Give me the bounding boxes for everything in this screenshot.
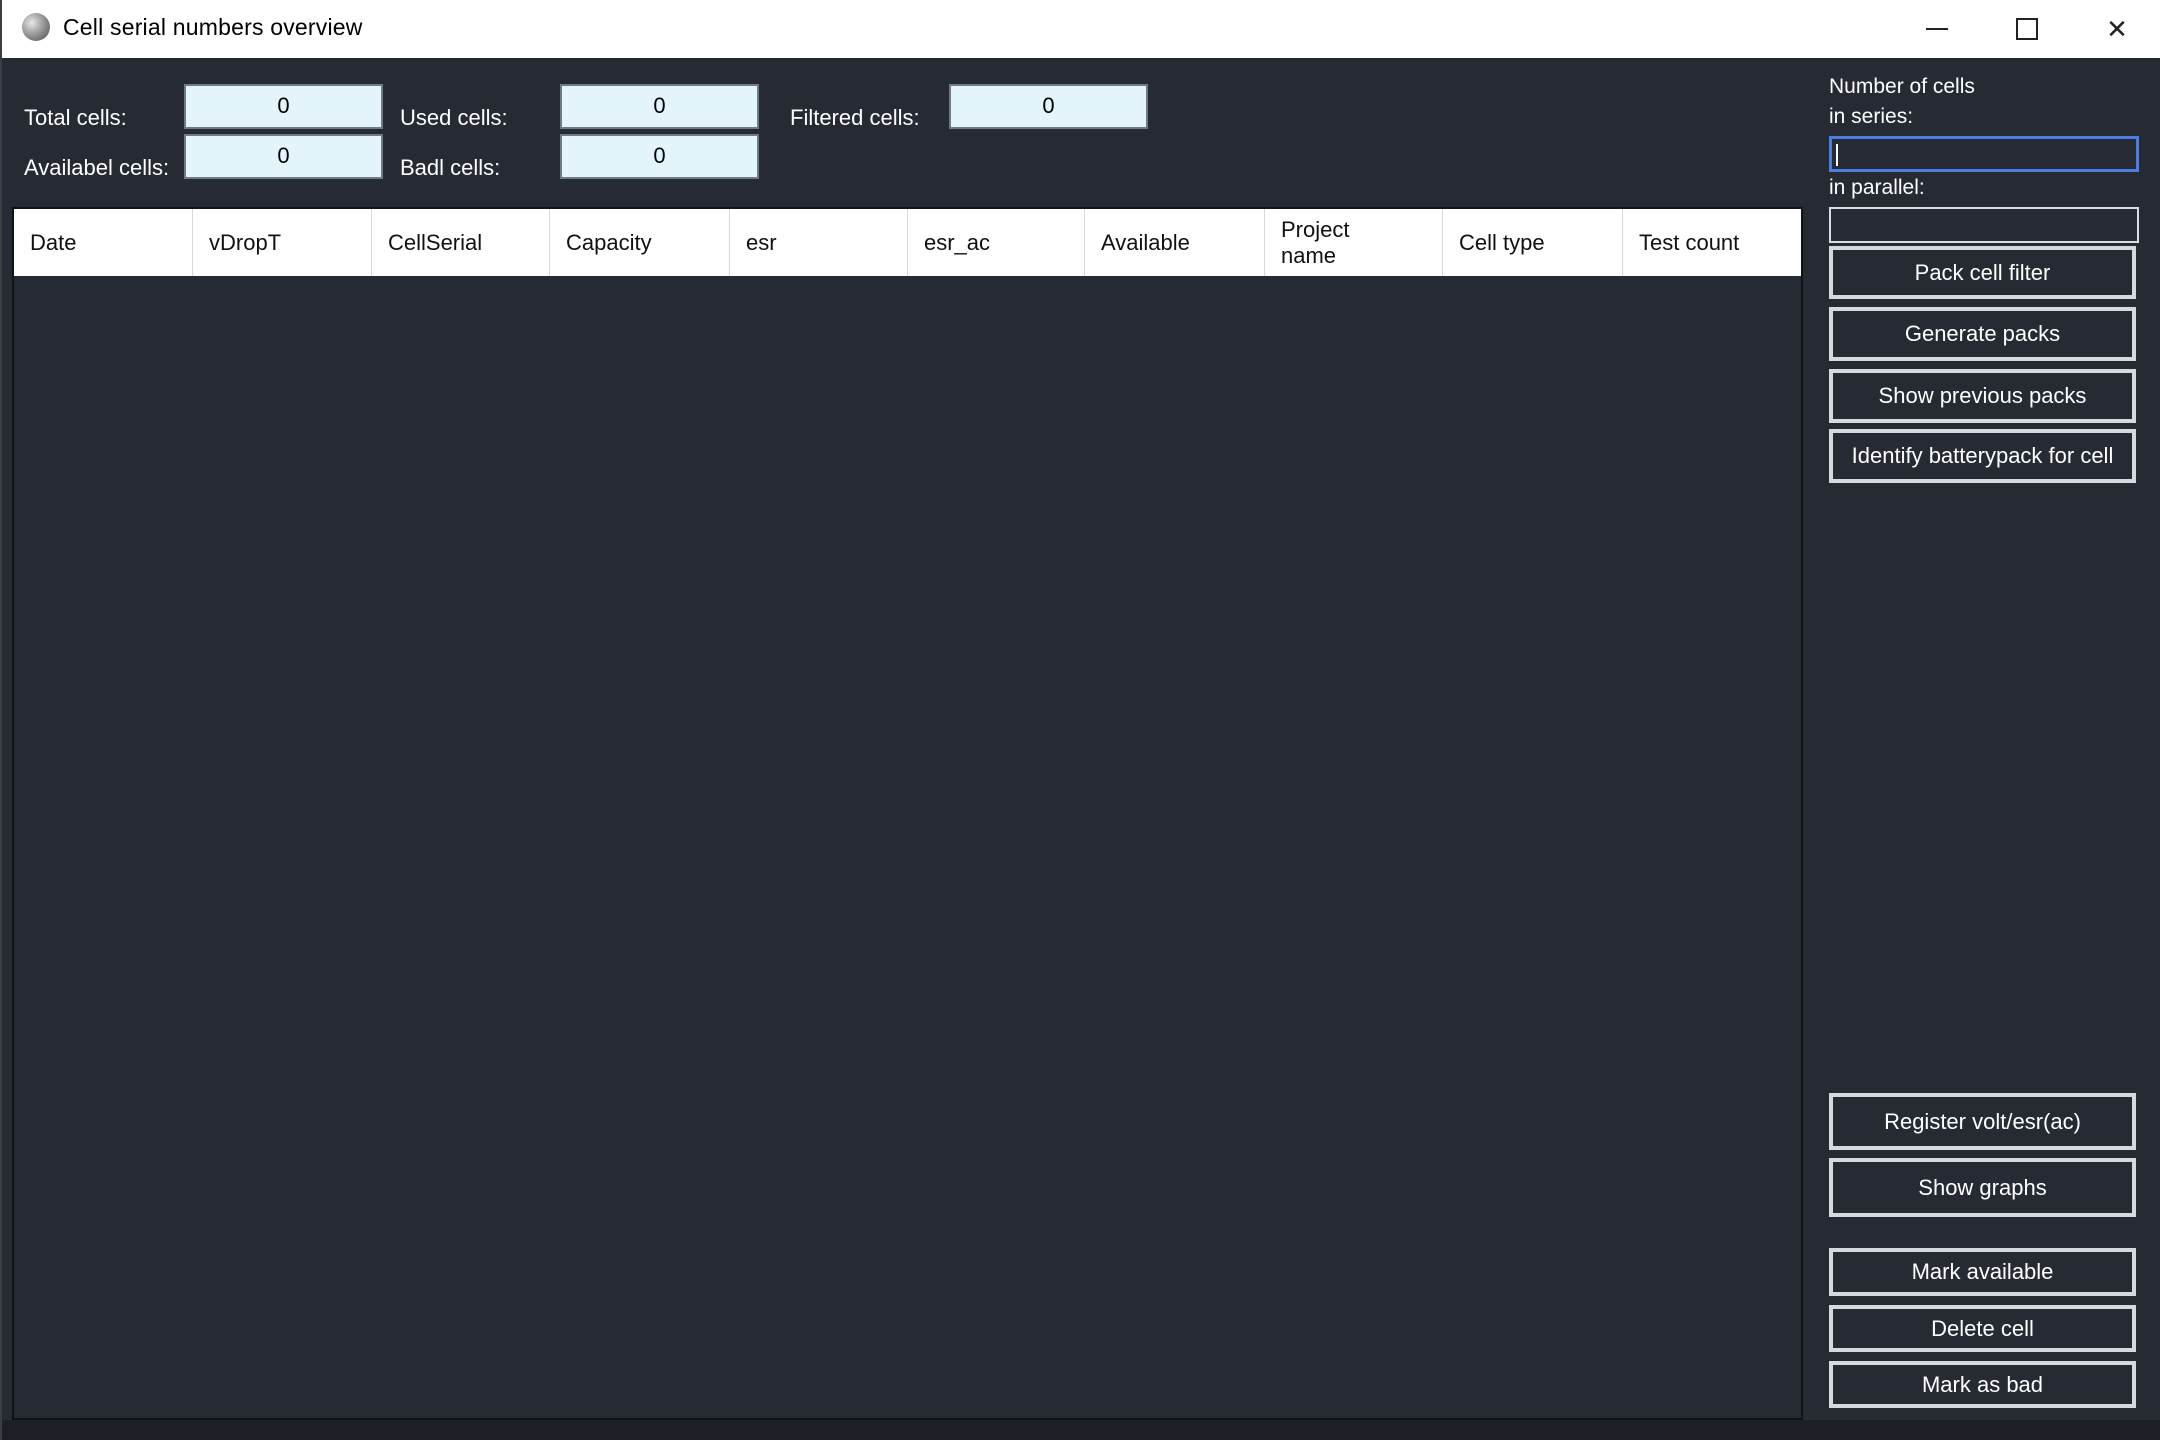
register-volt-esr-button[interactable]: Register volt/esr(ac) — [1829, 1093, 2136, 1150]
close-button[interactable]: ✕ — [2071, 0, 2160, 58]
in-parallel-input[interactable] — [1829, 207, 2139, 243]
window-title: Cell serial numbers overview — [63, 14, 363, 40]
table-header: Date vDropT CellSerial Capacity esr esr_… — [14, 209, 1801, 276]
app-icon — [22, 13, 50, 41]
text-caret — [1836, 144, 1838, 166]
available-cells-field[interactable]: 0 — [184, 134, 383, 179]
show-graphs-button[interactable]: Show graphs — [1829, 1158, 2136, 1217]
used-cells-field[interactable]: 0 — [560, 84, 759, 129]
column-header-esr-ac[interactable]: esr_ac — [908, 209, 1085, 276]
close-icon: ✕ — [2106, 13, 2128, 44]
mark-available-button[interactable]: Mark available — [1829, 1248, 2136, 1296]
pack-cell-filter-button[interactable]: Pack cell filter — [1829, 246, 2136, 299]
column-header-esr[interactable]: esr — [730, 209, 908, 276]
bad-cells-label: Badl cells: — [400, 155, 501, 180]
maximize-button[interactable] — [1981, 0, 2073, 58]
available-cells-label: Availabel cells: — [24, 155, 170, 180]
cells-table[interactable]: Date vDropT CellSerial Capacity esr esr_… — [12, 207, 1803, 1420]
column-header-test-count[interactable]: Test count — [1623, 209, 1801, 276]
in-parallel-label: in parallel: — [1829, 176, 1925, 199]
total-cells-field[interactable]: 0 — [184, 84, 383, 129]
number-of-cells-label: Number of cells — [1829, 75, 1975, 98]
generate-packs-button[interactable]: Generate packs — [1829, 307, 2136, 361]
in-series-input[interactable] — [1829, 136, 2139, 172]
mark-as-bad-button[interactable]: Mark as bad — [1829, 1361, 2136, 1408]
title-bar: Cell serial numbers overview ✕ — [2, 0, 2160, 58]
minimize-icon — [1926, 28, 1948, 30]
filtered-cells-field[interactable]: 0 — [949, 84, 1148, 129]
in-series-label: in series: — [1829, 105, 1914, 128]
column-header-project-name[interactable]: Project name — [1265, 209, 1443, 276]
show-previous-packs-button[interactable]: Show previous packs — [1829, 369, 2136, 423]
main-window: Cell serial numbers overview ✕ Total cel… — [0, 0, 2160, 1440]
delete-cell-button[interactable]: Delete cell — [1829, 1305, 2136, 1352]
filtered-cells-label: Filtered cells: — [790, 105, 920, 130]
minimize-button[interactable] — [1891, 0, 1983, 58]
column-header-vdropt[interactable]: vDropT — [193, 209, 372, 276]
column-header-capacity[interactable]: Capacity — [550, 209, 730, 276]
column-header-cell-type[interactable]: Cell type — [1443, 209, 1623, 276]
bad-cells-field[interactable]: 0 — [560, 134, 759, 179]
used-cells-label: Used cells: — [400, 105, 508, 130]
identify-batterypack-button[interactable]: Identify batterypack for cell — [1829, 429, 2136, 483]
column-header-available[interactable]: Available — [1085, 209, 1265, 276]
column-header-date[interactable]: Date — [14, 209, 193, 276]
window-bottom-edge — [2, 1420, 2160, 1440]
total-cells-label: Total cells: — [24, 105, 127, 130]
maximize-icon — [2016, 18, 2038, 40]
column-header-cellserial[interactable]: CellSerial — [372, 209, 550, 276]
